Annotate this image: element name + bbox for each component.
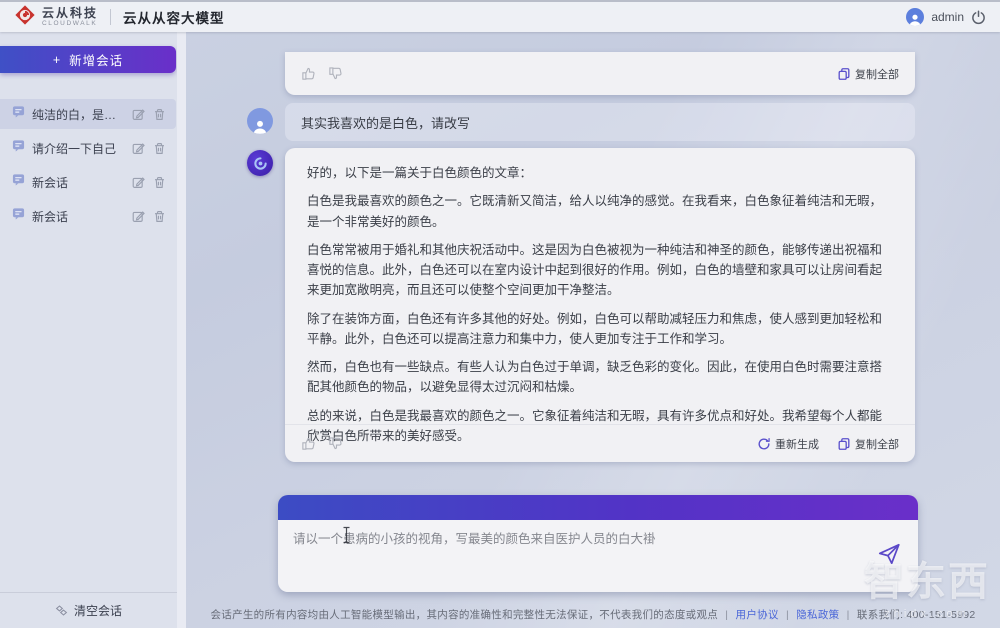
assistant-avatar	[247, 150, 273, 176]
contact-text: 联系我们: 400-151-5992	[857, 609, 976, 621]
chat-area: 复制全部 其实我喜欢的是白色，请改写 好的，以下是一篇关于白色颜色的文章： 白色	[186, 32, 1000, 628]
delete-icon[interactable]	[153, 108, 166, 121]
top-bar: 云从科技 CLOUDWALK 云从从容大模型 admin	[0, 0, 1000, 32]
brand-logo: 云从科技 CLOUDWALK	[14, 4, 98, 31]
edit-icon[interactable]	[132, 108, 145, 121]
chat-bubble-icon	[12, 173, 25, 191]
session-title: 纯洁的白，是驿路梨花...	[32, 106, 125, 123]
edit-icon[interactable]	[132, 142, 145, 155]
thumbs-up-icon[interactable]	[301, 66, 316, 81]
copy-icon	[837, 437, 851, 451]
cloudwalk-logo-icon	[14, 4, 36, 31]
terms-link[interactable]: 用户协议	[736, 609, 779, 621]
disclaimer-text: 会话产生的所有内容均由人工智能模型输出，其内容的准确性和完整性无法保证，不代表我…	[210, 609, 718, 621]
previous-message-card: 复制全部	[285, 52, 915, 95]
copy-all-button[interactable]: 复制全部	[837, 436, 899, 452]
user-message: 其实我喜欢的是白色，请改写	[285, 103, 915, 141]
session-list: 纯洁的白，是驿路梨花... 请介绍一下自己	[0, 99, 186, 231]
assistant-paragraph: 然而，白色也有一些缺点。有些人认为白色过于单调，缺乏色彩的变化。因此，在使用白色…	[307, 357, 893, 398]
copy-all-button[interactable]: 复制全部	[837, 66, 899, 82]
edit-icon[interactable]	[132, 210, 145, 223]
delete-icon[interactable]	[153, 142, 166, 155]
session-item-1[interactable]: 纯洁的白，是驿路梨花...	[0, 99, 176, 129]
page-title: 云从从容大模型	[123, 7, 225, 27]
session-item-2[interactable]: 请介绍一下自己	[0, 133, 176, 163]
delete-icon[interactable]	[153, 210, 166, 223]
delete-icon[interactable]	[153, 176, 166, 189]
topbar-divider	[110, 9, 111, 25]
session-item-4[interactable]: 新会话	[0, 201, 176, 231]
session-title: 新会话	[32, 174, 125, 191]
assistant-paragraph: 除了在装饰方面，白色还有许多其他的好处。例如，白色可以帮助减轻压力和焦虑，使人感…	[307, 309, 893, 350]
edit-icon[interactable]	[132, 176, 145, 189]
clear-icon	[55, 604, 68, 617]
message-input[interactable]: 请以一个患病的小孩的视角，写最美的颜色来自医护人员的白大褂	[293, 530, 868, 582]
copy-icon	[837, 67, 851, 81]
clear-sessions-label: 清空会话	[74, 602, 122, 619]
assistant-paragraph: 白色常常被用于婚礼和其他庆祝活动中。这是因为白色被视为一种纯洁和神圣的颜色，能够…	[307, 240, 893, 301]
sidebar: + 新增会话 纯洁的白，是驿路梨花... 请介绍一下自己	[0, 32, 186, 628]
sidebar-scrollbar[interactable]	[177, 32, 186, 628]
brand-name-en: CLOUDWALK	[42, 21, 98, 28]
username-label: admin	[931, 10, 964, 24]
assistant-paragraph: 白色是我最喜欢的颜色之一。它既清新又简洁，给人以纯净的感觉。在我看来，白色象征着…	[307, 191, 893, 232]
thumbs-up-icon[interactable]	[301, 436, 316, 451]
thumbs-down-icon[interactable]	[328, 436, 343, 451]
regenerate-icon	[757, 437, 771, 451]
new-session-button[interactable]: + 新增会话	[0, 46, 176, 73]
chat-bubble-icon	[12, 105, 25, 123]
user-message-avatar	[247, 108, 273, 134]
assistant-paragraph: 好的，以下是一篇关于白色颜色的文章：	[307, 163, 893, 183]
session-title: 请介绍一下自己	[32, 140, 125, 157]
chat-bubble-icon	[12, 207, 25, 225]
user-avatar[interactable]	[906, 8, 924, 26]
logout-power-icon[interactable]	[971, 10, 986, 25]
privacy-link[interactable]: 隐私政策	[796, 609, 839, 621]
clear-sessions-button[interactable]: 清空会话	[0, 592, 177, 628]
send-icon[interactable]	[876, 541, 902, 572]
thumbs-down-icon[interactable]	[328, 66, 343, 81]
composer-accent-bar	[278, 495, 918, 520]
session-item-3[interactable]: 新会话	[0, 167, 176, 197]
disclaimer-footer: 会话产生的所有内容均由人工智能模型输出，其内容的准确性和完整性无法保证，不代表我…	[186, 607, 1000, 622]
app-window: 云从科技 CLOUDWALK 云从从容大模型 admin	[0, 0, 1000, 628]
chat-bubble-icon	[12, 139, 25, 157]
assistant-message-body: 好的，以下是一篇关于白色颜色的文章： 白色是我最喜欢的颜色之一。它既清新又简洁，…	[285, 148, 915, 446]
session-title: 新会话	[32, 208, 125, 225]
plus-icon: +	[53, 53, 61, 67]
assistant-message-card: 好的，以下是一篇关于白色颜色的文章： 白色是我最喜欢的颜色之一。它既清新又简洁，…	[285, 148, 915, 462]
brand-name-cn: 云从科技	[42, 7, 98, 19]
new-session-label: 新增会话	[69, 50, 123, 69]
regenerate-button[interactable]: 重新生成	[757, 436, 819, 452]
composer: 请以一个患病的小孩的视角，写最美的颜色来自医护人员的白大褂	[278, 495, 918, 592]
